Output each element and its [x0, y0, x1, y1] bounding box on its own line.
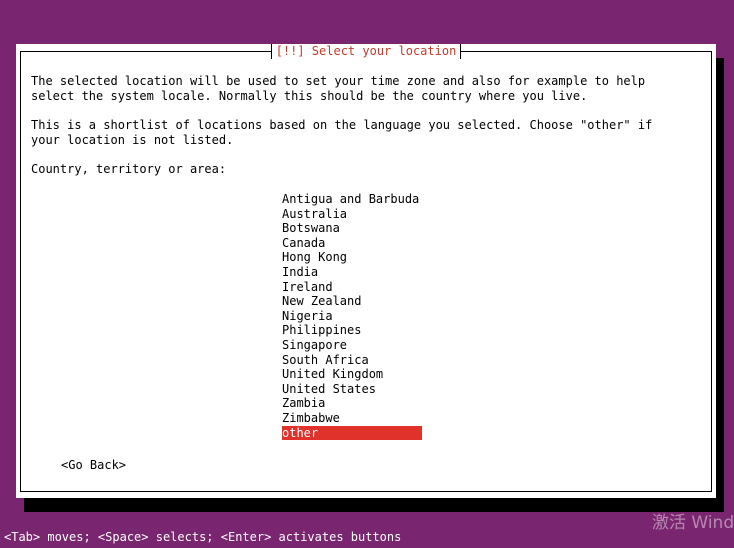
- country-option[interactable]: India: [282, 265, 422, 280]
- country-option[interactable]: Botswana: [282, 221, 422, 236]
- country-option[interactable]: Zimbabwe: [282, 411, 422, 426]
- country-option[interactable]: United States: [282, 382, 422, 397]
- intro-line-2: select the system locale. Normally this …: [31, 88, 588, 103]
- dialog-title-bar: [!!] Select your location: [16, 44, 716, 59]
- country-option[interactable]: Zambia: [282, 396, 422, 411]
- country-option[interactable]: South Africa: [282, 353, 422, 368]
- country-option[interactable]: other: [282, 425, 422, 441]
- country-option[interactable]: Australia: [282, 207, 422, 222]
- country-option[interactable]: New Zealand: [282, 294, 422, 309]
- country-option[interactable]: Hong Kong: [282, 250, 422, 265]
- country-option[interactable]: Antigua and Barbuda: [282, 192, 422, 207]
- shortlist-line-1: This is a shortlist of locations based o…: [31, 118, 653, 132]
- intro-line-1: The selected location will be used to se…: [31, 74, 646, 88]
- country-list[interactable]: Antigua and Barbuda Australia Botswana Cana…: [282, 192, 422, 441]
- country-option[interactable]: Philippines: [282, 323, 422, 338]
- activation-watermark: 激活 Wind: [652, 513, 734, 533]
- country-option[interactable]: Ireland: [282, 280, 422, 295]
- country-option[interactable]: Singapore: [282, 338, 422, 353]
- country-option[interactable]: Canada: [282, 236, 422, 251]
- country-option[interactable]: United Kingdom: [282, 367, 422, 382]
- location-dialog: [!!] Select your location The selected l…: [16, 44, 716, 498]
- country-option[interactable]: Nigeria: [282, 309, 422, 324]
- status-bar-help: <Tab> moves; <Space> selects; <Enter> ac…: [4, 530, 402, 544]
- country-prompt: Country, territory or area:: [31, 162, 227, 176]
- dialog-title: [!!] Select your location: [270, 44, 462, 59]
- go-back-button[interactable]: <Go Back>: [61, 458, 126, 473]
- shortlist-line-2: your location is not listed.: [31, 132, 234, 147]
